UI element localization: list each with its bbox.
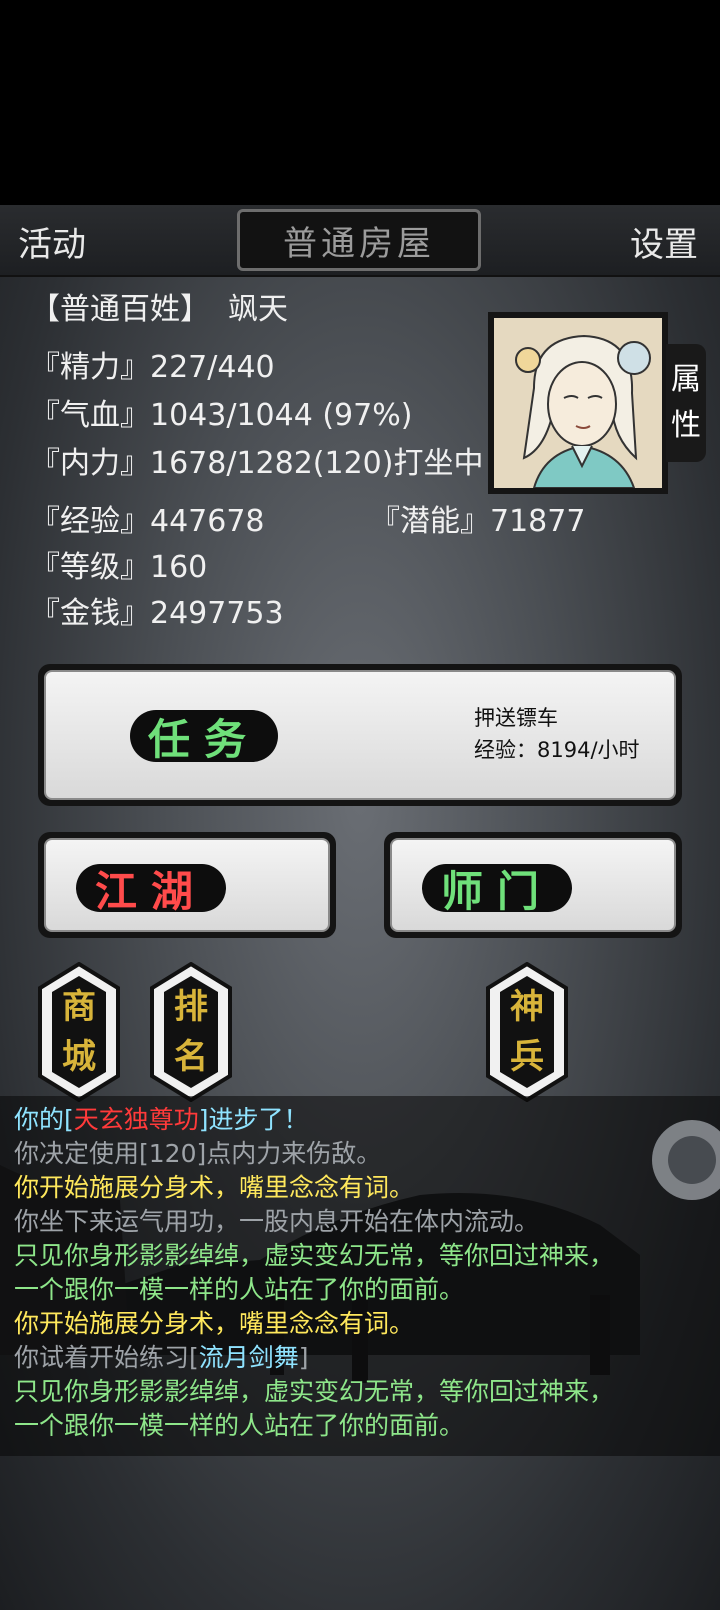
log-line: 一个跟你一模一样的人站在了你的面前。 xyxy=(14,1411,465,1440)
weapon-label-2: 兵 xyxy=(510,1037,544,1077)
ranking-label-1: 排 xyxy=(174,987,208,1027)
top-bar: 活动 普通房屋 设置 xyxy=(0,205,720,277)
attributes-tab-char-2: 性 xyxy=(671,408,701,443)
chat-icon-inner xyxy=(668,1136,716,1184)
attributes-tab-char-1: 属 xyxy=(671,362,701,397)
task-panel-inner: 任务 押送镖车 经验：8194/小时 xyxy=(44,670,676,800)
log-line: 只见你身形影影绰绰，虚实变幻无常，等你回过神来， xyxy=(14,1377,615,1406)
activity-button[interactable]: 活动 xyxy=(18,217,86,266)
log-line: 你开始施展分身术，嘴里念念有词。 xyxy=(14,1173,415,1202)
settings-button[interactable]: 设置 xyxy=(630,217,698,266)
ranking-label-2: 名 xyxy=(174,1037,208,1077)
skill-name: 流月剑舞 xyxy=(198,1343,299,1372)
task-panel[interactable]: 任务 押送镖车 经验：8194/小时 xyxy=(38,664,682,806)
task-name: 押送镖车 xyxy=(474,706,558,730)
weapon-label-1: 神 xyxy=(510,987,544,1027)
shop-label-1: 商 xyxy=(62,987,96,1027)
task-reward: 经验：8194/小时 xyxy=(474,738,640,762)
shimen-panel-inner: 师门 xyxy=(390,838,676,932)
log-line: 你试着开始练习[流月剑舞] xyxy=(14,1338,309,1374)
stat-money: 『金钱』2497753 xyxy=(30,596,284,631)
character-portrait-image xyxy=(494,318,662,488)
shop-button[interactable]: 商 城 xyxy=(38,962,120,1102)
jianghu-button[interactable]: 江湖 xyxy=(76,864,226,916)
stat-exp: 『经验』447678 xyxy=(30,504,265,539)
log-line: 你决定使用[120]点内力来伤敌。 xyxy=(14,1139,382,1168)
shimen-panel[interactable]: 师门 xyxy=(384,832,682,938)
log-line: 你的[天玄独尊功]进步了！ xyxy=(14,1100,309,1136)
stat-energy: 『精力』227/440 xyxy=(30,350,275,385)
jianghu-panel-inner: 江湖 xyxy=(44,838,330,932)
skill-name: 天玄独尊功 xyxy=(73,1105,199,1134)
shop-label-2: 城 xyxy=(62,1037,96,1077)
player-name: 飒天 xyxy=(228,292,288,327)
log-line: 一个跟你一模一样的人站在了你的面前。 xyxy=(14,1275,465,1304)
stat-potential: 『潜能』71877 xyxy=(370,504,586,539)
weapon-button[interactable]: 神 兵 xyxy=(486,962,568,1102)
ranking-button[interactable]: 排 名 xyxy=(150,962,232,1102)
log-line: 只见你身形影影绰绰，虚实变幻无常，等你回过神来， xyxy=(14,1241,615,1270)
log-line: 你坐下来运气用功，一股内息开始在体内流动。 xyxy=(14,1207,540,1236)
stat-health: 『气血』1043/1044 (97%) xyxy=(30,398,413,433)
log-text: 你试着开始练习[ xyxy=(14,1343,199,1372)
attributes-tab[interactable]: 属 性 xyxy=(666,344,706,462)
location-title: 普通房屋 xyxy=(237,209,481,271)
log-line: 你开始施展分身术，嘴里念念有词。 xyxy=(14,1309,415,1338)
stat-level: 『等级』160 xyxy=(30,550,208,585)
shimen-button[interactable]: 师门 xyxy=(422,864,572,916)
log-text: ]进步了！ xyxy=(198,1105,309,1134)
player-rank: 【普通百姓】 xyxy=(30,292,210,327)
task-button[interactable]: 任务 xyxy=(130,710,278,764)
jianghu-panel[interactable]: 江湖 xyxy=(38,832,336,938)
log-text: ] xyxy=(298,1343,309,1372)
stat-force: 『内力』1678/1282(120)打坐中 xyxy=(30,446,484,481)
log-text: 你的[ xyxy=(14,1105,74,1134)
character-portrait[interactable] xyxy=(488,312,668,494)
message-log[interactable]: 你的[天玄独尊功]进步了！ 你决定使用[120]点内力来伤敌。 你开始施展分身术… xyxy=(0,1096,720,1456)
